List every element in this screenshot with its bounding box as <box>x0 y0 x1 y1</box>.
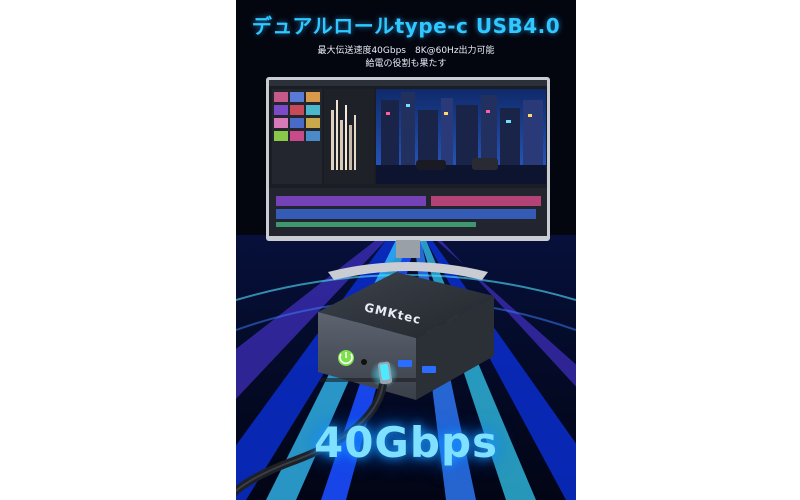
product-banner: GMKtec デュアルロールtype-c USB4.0 最大伝送速度40Gbps… <box>236 0 576 500</box>
power-button <box>338 350 354 366</box>
speed-label: 40Gbps <box>313 418 499 467</box>
spec-line-transfer: 最大伝送速度40Gbps 8K@60Hz出力可能 <box>317 46 495 56</box>
audio-jack <box>361 359 367 365</box>
spec-line-power: 給電の役割も果たす <box>365 59 447 69</box>
headline: デュアルロールtype-c USB4.0 <box>251 14 561 38</box>
